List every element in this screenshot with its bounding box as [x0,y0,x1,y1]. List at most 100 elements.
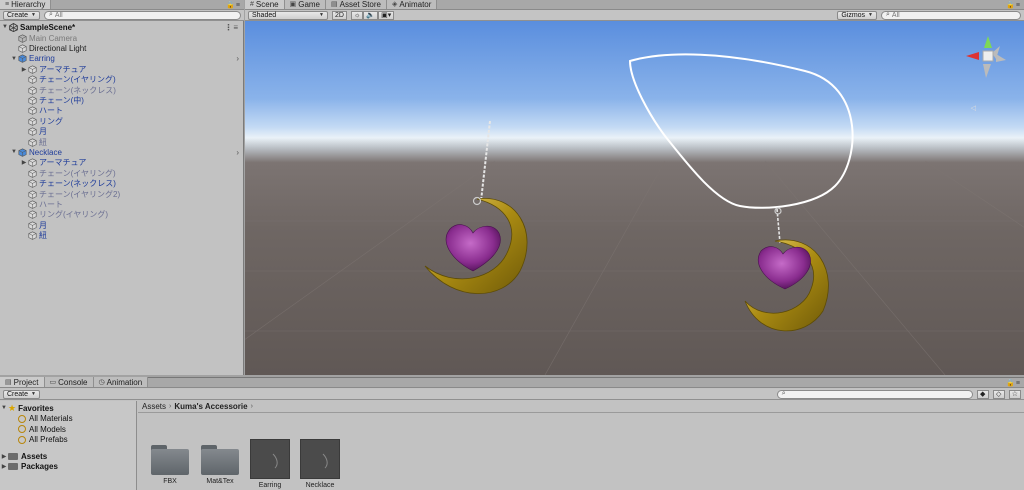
hierarchy-search[interactable]: ⌕ [43,10,241,20]
hierarchy-item[interactable]: リング(イヤリング) [0,210,243,220]
asset-item[interactable]: Mat&Tex [198,443,242,485]
root-folder-item[interactable]: ▶ Assets [0,451,136,462]
hierarchy-panel: ≡ Hierarchy 🔒≡ Create ▼ ⌕ ▼ SampleScene*… [0,0,244,375]
gameobject-cube-icon [28,127,37,136]
hierarchy-item[interactable]: ハート [0,199,243,209]
breadcrumb-item[interactable]: Assets [142,402,166,411]
gameobject-cube-icon [28,106,37,116]
scene-menu-icon[interactable]: ⋮≡ [224,23,239,32]
hierarchy-item[interactable]: チェーン(イヤリング) [0,75,243,85]
asset-item[interactable]: Earring [248,439,292,489]
filter-type-icon[interactable]: ◆ [976,389,989,399]
root-folder-item[interactable]: ▶ Packages [0,462,136,473]
gizmos-dropdown[interactable]: Gizmos ▼ [837,10,877,20]
lock-menu-icon[interactable]: 🔒≡ [226,1,241,9]
2d-toggle[interactable]: 2D [332,10,347,20]
fold-closed-icon[interactable]: ▶ [20,159,28,166]
tab-scene[interactable]: # Scene [245,0,285,9]
tab-asset-store[interactable]: ▤ Asset Store [326,0,387,9]
hierarchy-item[interactable]: ハート [0,106,243,116]
effects-dropdown-icon[interactable]: ▣▾ [378,10,395,20]
favorite-item[interactable]: All Materials [0,414,136,425]
fold-open-icon[interactable]: ▼ [10,56,18,62]
folder-icon [8,463,18,471]
unity-scene-icon [9,22,18,32]
hierarchy-search-input[interactable] [54,11,236,19]
search-icon: ⌕ [886,11,890,18]
hierarchy-item[interactable]: 紐 [0,230,243,240]
scene-tab-icon: ▣ [289,1,297,8]
necklace-heart [757,246,811,290]
project-search[interactable]: ⌕ [776,389,973,399]
folder-icon [151,443,189,475]
gameobject-cube-icon [28,200,37,209]
tab-game[interactable]: ▣ Game [284,0,327,9]
tab-animator[interactable]: ◈ Animator [387,0,438,9]
scene-render[interactable] [245,21,1024,375]
fold-open-icon[interactable]: ▼ [0,405,8,411]
hierarchy-item[interactable]: ▶ アーマチュア [0,158,243,168]
scene-search-input[interactable] [891,11,1016,19]
asset-item[interactable]: Necklace [298,439,342,489]
chevron-right-icon[interactable]: › [236,54,239,63]
hierarchy-item-label: ハート [39,199,63,209]
hierarchy-item[interactable]: ▼ Earring › [0,54,243,64]
perspective-icon[interactable]: ◁ [971,104,976,112]
fold-closed-icon[interactable]: ▶ [20,66,28,73]
tab-label: Asset Store [339,0,381,9]
hierarchy-item-label: リング(イヤリング) [39,210,109,220]
gameobject-cube-icon [18,34,27,43]
tab-project[interactable]: ▤ Project [0,377,45,387]
hierarchy-item[interactable]: 月 [0,220,243,230]
tab-label: Game [298,0,321,9]
fold-closed-icon[interactable]: ▶ [0,463,8,470]
folder-icon [8,452,18,460]
favorite-star-icon[interactable]: ☆ [1008,389,1021,399]
hierarchy-tabstrip: ≡ Hierarchy 🔒≡ [0,0,244,10]
audio-toggle-icon[interactable]: 🔈 [363,10,379,20]
project-folder-tree: ▼ ★ Favorites All Materials All Models All… [0,401,137,490]
shading-mode-dropdown[interactable]: Shaded ▼ [248,10,328,20]
panel-menu-icon[interactable]: 🔒≡ [1006,379,1021,387]
project-create-button[interactable]: Create ▼ [3,389,40,399]
fold-closed-icon[interactable]: ▶ [0,453,8,460]
hierarchy-item[interactable]: リング [0,116,243,126]
favorite-item-label: All Materials [29,414,73,424]
hierarchy-item[interactable]: チェーン(ネックレス) [0,85,243,95]
scene-search[interactable]: ⌕ [881,10,1021,20]
hierarchy-item[interactable]: チェーン(イヤリング2) [0,189,243,199]
fold-open-icon[interactable]: ▼ [1,24,9,30]
hierarchy-item[interactable]: チェーン(中) [0,95,243,105]
favorite-item[interactable]: All Models [0,424,136,435]
hierarchy-item[interactable]: チェーン(ネックレス) [0,178,243,188]
hierarchy-item[interactable]: Main Camera [0,33,243,43]
chevron-right-icon[interactable]: › [236,148,239,157]
hierarchy-item[interactable]: ▶ アーマチュア [0,64,243,74]
create-button[interactable]: Create ▼ [3,10,40,20]
favorites-row[interactable]: ▼ ★ Favorites [0,403,136,414]
scene-root-row[interactable]: ▼ SampleScene* ⋮≡ [0,22,243,33]
asset-item[interactable]: FBX [148,443,192,485]
tab-console[interactable]: ▭ Console [44,377,94,387]
favorite-item[interactable]: All Prefabs [0,435,136,446]
breadcrumb-item[interactable]: Kuma's Accessorie [174,402,247,411]
hierarchy-item[interactable]: ▼ Necklace › [0,147,243,157]
hierarchy-item[interactable]: 月 [0,127,243,137]
star-icon: ★ [8,402,17,413]
gameobject-cube-icon [28,117,37,126]
chevron-right-icon: › [250,403,253,410]
fold-open-icon[interactable]: ▼ [10,149,18,155]
panel-menu-icon[interactable]: 🔒≡ [1006,1,1021,9]
gameobject-cube-icon [28,210,37,220]
tab-animation[interactable]: ◷ Animation [93,377,149,387]
hierarchy-item[interactable]: 紐 [0,137,243,147]
scene-viewport[interactable]: ◁ [245,21,1024,375]
lighting-toggle-icon[interactable]: ☼ [350,10,364,20]
filter-label-icon[interactable]: ◇ [992,389,1005,399]
hierarchy-item[interactable]: Directional Light [0,43,243,53]
asset-label: FBX [163,478,177,485]
hierarchy-item[interactable]: チェーン(イヤリング) [0,168,243,178]
project-create-label: Create [7,390,29,398]
tab-hierarchy[interactable]: ≡ Hierarchy [0,0,52,9]
project-tab-icon: ▤ [5,379,12,386]
